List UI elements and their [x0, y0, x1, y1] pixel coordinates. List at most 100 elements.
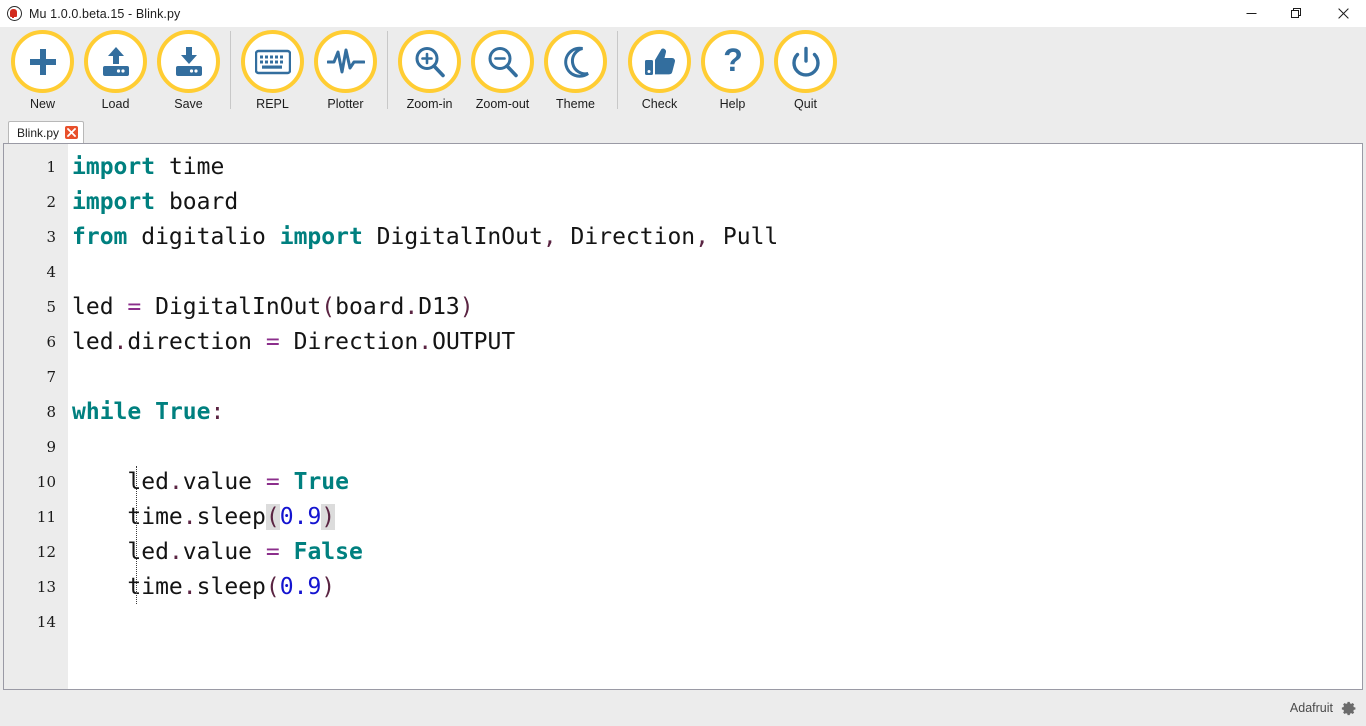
- theme-button[interactable]: Theme: [539, 27, 612, 120]
- waveform-icon: [327, 48, 365, 76]
- zoom-out-button-circle: [471, 30, 534, 93]
- code-line: from digitalio import DigitalInOut, Dire…: [72, 220, 1362, 255]
- code-line: [72, 430, 1362, 465]
- close-icon: [1338, 8, 1349, 19]
- repl-button[interactable]: REPL: [236, 27, 309, 120]
- check-button[interactable]: Check: [623, 27, 696, 120]
- save-button[interactable]: Save: [152, 27, 225, 120]
- titlebar: Mu 1.0.0.beta.15 - Blink.py: [0, 0, 1366, 27]
- new-button-label: New: [30, 98, 55, 111]
- code-line: led.value = False: [72, 535, 1362, 570]
- code-editor[interactable]: 1 2 3 4 5 6 7 8 9 10 11 12 13 14 import …: [3, 143, 1363, 690]
- toolbar-separator: [387, 31, 388, 109]
- check-button-label: Check: [642, 98, 677, 111]
- theme-button-label: Theme: [556, 98, 595, 111]
- plus-icon: [27, 46, 59, 78]
- line-number: 11: [4, 500, 68, 535]
- toolbar-separator: [617, 31, 618, 109]
- theme-button-circle: [544, 30, 607, 93]
- new-button-circle: [11, 30, 74, 93]
- line-number: 9: [4, 430, 68, 465]
- mu-logo-icon: [7, 6, 22, 21]
- tab-bar: Blink.py: [0, 120, 1366, 143]
- main-toolbar: New Load Save: [0, 27, 1366, 120]
- plotter-button[interactable]: Plotter: [309, 27, 382, 120]
- load-button-label: Load: [102, 98, 130, 111]
- window-title: Mu 1.0.0.beta.15 - Blink.py: [29, 7, 180, 21]
- zoom-in-button-circle: [398, 30, 461, 93]
- zoom-out-button-label: Zoom-out: [476, 98, 530, 111]
- help-button-circle: ?: [701, 30, 764, 93]
- new-button[interactable]: New: [6, 27, 79, 120]
- power-icon: [790, 46, 822, 78]
- line-number: 13: [4, 570, 68, 605]
- code-line: led.value = True: [72, 465, 1362, 500]
- code-line: time.sleep(0.9): [72, 500, 1362, 535]
- code-lines: import timeimport boardfrom digitalio im…: [72, 150, 1362, 640]
- save-button-label: Save: [174, 98, 203, 111]
- line-number: 14: [4, 605, 68, 640]
- line-number: 3: [4, 220, 68, 255]
- tab-close-button[interactable]: [65, 126, 78, 139]
- repl-button-circle: [241, 30, 304, 93]
- line-number: 2: [4, 185, 68, 220]
- close-button[interactable]: [1320, 0, 1366, 27]
- svg-text:?: ?: [723, 45, 743, 78]
- quit-button-circle: [774, 30, 837, 93]
- status-bar: Adafruit: [0, 690, 1366, 726]
- close-icon: [67, 128, 76, 137]
- line-number: 7: [4, 360, 68, 395]
- code-line: while True:: [72, 395, 1362, 430]
- line-number: 10: [4, 465, 68, 500]
- plotter-button-label: Plotter: [327, 98, 363, 111]
- toolbar-separator: [230, 31, 231, 109]
- status-device-label: Adafruit: [1290, 701, 1333, 715]
- save-button-circle: [157, 30, 220, 93]
- maximize-icon: [1291, 8, 1303, 20]
- settings-button[interactable]: [1341, 700, 1358, 717]
- line-number: 4: [4, 255, 68, 290]
- magnifier-minus-icon: [486, 45, 520, 79]
- line-number: 1: [4, 150, 68, 185]
- zoom-in-button-label: Zoom-in: [407, 98, 453, 111]
- keyboard-icon: [255, 49, 291, 75]
- mu-editor-window: Mu 1.0.0.beta.15 - Blink.py: [0, 0, 1366, 726]
- editor-area: 1 2 3 4 5 6 7 8 9 10 11 12 13 14 import …: [0, 143, 1366, 690]
- line-number: 5: [4, 290, 68, 325]
- code-line: [72, 605, 1362, 640]
- titlebar-left: Mu 1.0.0.beta.15 - Blink.py: [0, 6, 180, 21]
- code-line: [72, 255, 1362, 290]
- code-line: led.direction = Direction.OUTPUT: [72, 325, 1362, 360]
- tab-label: Blink.py: [17, 126, 59, 140]
- minimize-icon: [1246, 8, 1257, 19]
- load-button[interactable]: Load: [79, 27, 152, 120]
- help-button-label: Help: [720, 98, 746, 111]
- quit-button-label: Quit: [794, 98, 817, 111]
- quit-button[interactable]: Quit: [769, 27, 842, 120]
- gear-icon: [1341, 700, 1358, 717]
- zoom-out-button[interactable]: Zoom-out: [466, 27, 539, 120]
- line-number-gutter: 1 2 3 4 5 6 7 8 9 10 11 12 13 14: [4, 144, 68, 689]
- line-number: 6: [4, 325, 68, 360]
- question-mark-icon: ?: [721, 45, 745, 79]
- moon-icon: [560, 46, 592, 78]
- code-line: [72, 360, 1362, 395]
- download-icon: [172, 45, 206, 79]
- code-content[interactable]: import timeimport boardfrom digitalio im…: [68, 144, 1362, 689]
- line-number: 8: [4, 395, 68, 430]
- tab-blink-py[interactable]: Blink.py: [8, 121, 84, 143]
- upload-icon: [99, 45, 133, 79]
- plotter-button-circle: [314, 30, 377, 93]
- minimize-button[interactable]: [1228, 0, 1274, 27]
- repl-button-label: REPL: [256, 98, 289, 111]
- help-button[interactable]: ? Help: [696, 27, 769, 120]
- thumbs-up-icon: [644, 47, 676, 77]
- line-number: 12: [4, 535, 68, 570]
- window-controls: [1228, 0, 1366, 27]
- code-line: import board: [72, 185, 1362, 220]
- magnifier-plus-icon: [413, 45, 447, 79]
- load-button-circle: [84, 30, 147, 93]
- zoom-in-button[interactable]: Zoom-in: [393, 27, 466, 120]
- indent-guide: [136, 466, 137, 604]
- maximize-button[interactable]: [1274, 0, 1320, 27]
